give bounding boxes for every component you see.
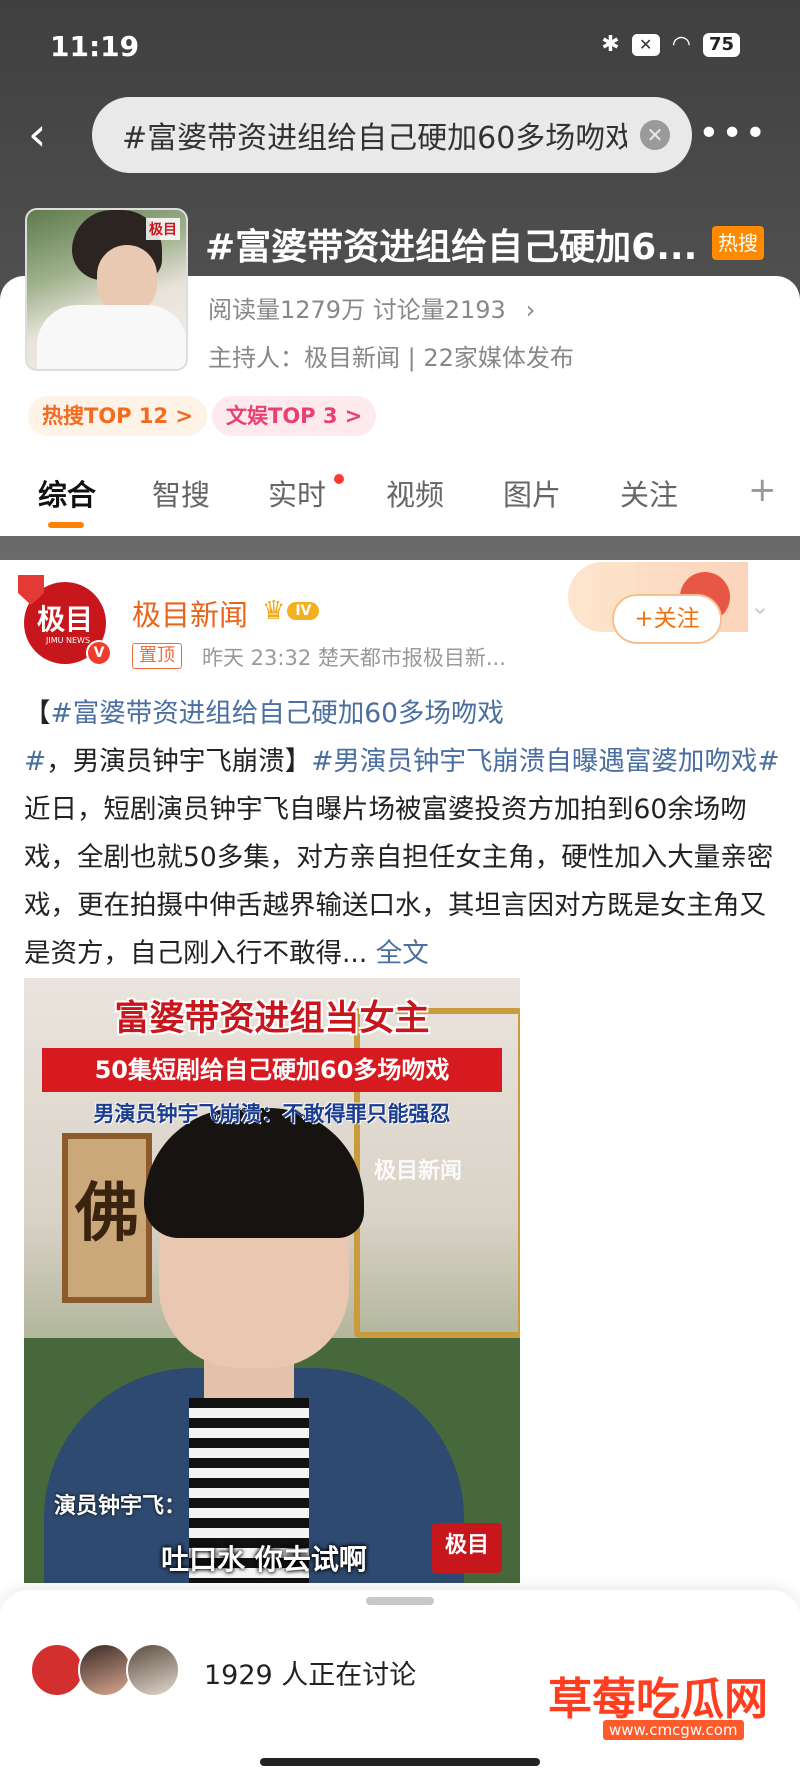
entertainment-rank-tag[interactable]: 文娱TOP 3 >: [212, 396, 377, 436]
more-icon[interactable]: •••: [698, 109, 768, 159]
post-meta: 昨天 23:32 楚天都市报极目新...: [202, 646, 506, 670]
level-badge: IV: [287, 602, 320, 620]
tab-bar: 综合 智搜 实时 视频 图片 关注: [0, 462, 800, 532]
notification-icon: ✕: [631, 33, 660, 56]
follow-button[interactable]: +关注: [612, 594, 722, 644]
wifi-icon: ◠: [671, 32, 691, 57]
hashtag-link[interactable]: #男演员钟宇飞崩溃自曝遇富婆加吻戏#: [311, 746, 779, 777]
video-thumbnail[interactable]: 佛 富婆带资进组当女主 50集短剧给自己硬加60多场吻戏 男演员钟宇飞崩溃：不敢…: [24, 978, 520, 1583]
add-tab-icon[interactable]: +: [748, 470, 777, 510]
pinned-badge: 置顶: [132, 643, 182, 669]
thumb-watermark: 极目: [146, 218, 180, 240]
site-watermark-url: www.cmcgw.com: [603, 1720, 744, 1740]
video-speaker-label: 演员钟宇飞：: [54, 1494, 187, 1519]
body-text: ，男演员钟宇飞崩溃】: [46, 746, 312, 777]
tab-following[interactable]: 关注: [620, 472, 678, 514]
site-watermark: 草莓吃瓜网 www.cmcgw.com: [548, 1663, 778, 1743]
avatar-text: 极目: [36, 603, 93, 636]
crown-icon: ♛: [262, 596, 286, 626]
participant-avatar: [126, 1643, 180, 1697]
topic-stats[interactable]: 阅读量1279万 讨论量2193 ›: [208, 290, 535, 325]
video-watermark: 极目新闻: [374, 1159, 463, 1184]
active-tab-indicator: [48, 522, 84, 528]
avatar-subtext: JIMU NEWS: [46, 636, 91, 645]
video-subtitle: 吐口水 你去试啊: [161, 1543, 367, 1576]
post-body[interactable]: 【#富婆带资进组给自己硬加60多场吻戏#，男演员钟宇飞崩溃】#男演员钟宇飞崩溃自…: [24, 690, 780, 978]
topic-stats-text: 阅读量1279万 讨论量2193: [208, 296, 506, 324]
top-bar: ‹ #富婆带资进组给自己硬加60多场吻戏 ✕ •••: [0, 95, 800, 175]
participant-avatar: [78, 1643, 132, 1697]
search-input[interactable]: #富婆带资进组给自己硬加60多场吻戏 ✕: [92, 97, 692, 173]
video-caption-sub: 男演员钟宇飞崩溃：不敢得罪只能强忍: [93, 1102, 451, 1126]
status-bar: 11:19 ✱ ✕ ◠ 75: [0, 0, 800, 95]
status-icons: ✱ ✕ ◠ 75: [601, 32, 740, 57]
video-caption-banner: 50集短剧给自己硬加60多场吻戏: [42, 1048, 502, 1092]
back-arrow-icon[interactable]: ‹: [28, 109, 68, 159]
tab-images[interactable]: 图片: [503, 472, 561, 514]
hot-search-rank-tag[interactable]: 热搜TOP 12 >: [28, 396, 208, 436]
topic-title: #富婆带资进组给自己硬加6...: [205, 227, 698, 268]
battery-icon: 75: [702, 32, 740, 57]
tab-realtime[interactable]: 实时: [268, 472, 326, 514]
topic-thumbnail[interactable]: 极目: [25, 208, 188, 371]
drag-handle[interactable]: [366, 1597, 434, 1605]
realtime-new-dot: [334, 474, 344, 484]
search-query: #富婆带资进组给自己硬加60多场吻戏: [122, 121, 627, 156]
thumb-shirt: [37, 305, 186, 369]
home-indicator[interactable]: [260, 1758, 540, 1766]
chevron-down-icon[interactable]: ⌄: [750, 592, 770, 620]
member-badge[interactable]: ♛ IV: [262, 596, 320, 626]
tab-smart-search[interactable]: 智搜: [152, 472, 210, 514]
chevron-right-icon: ›: [525, 296, 536, 324]
status-time: 11:19: [50, 30, 140, 63]
tab-comprehensive[interactable]: 综合: [38, 472, 96, 514]
tab-video[interactable]: 视频: [386, 472, 444, 514]
body-bracket: 【: [24, 698, 51, 729]
author-name[interactable]: 极目新闻: [132, 592, 248, 634]
video-logo: 极目: [432, 1523, 502, 1573]
topic-host: 主持人：极目新闻 | 22家媒体发布: [208, 344, 574, 372]
clear-icon[interactable]: ✕: [640, 120, 670, 150]
expand-full-text-link[interactable]: 全文: [376, 938, 429, 969]
discussion-count[interactable]: 1929 人正在讨论: [204, 1653, 416, 1692]
verified-icon: V: [86, 640, 112, 666]
bluetooth-icon: ✱: [601, 32, 620, 57]
video-bg-calligraphy: 佛: [62, 1133, 152, 1303]
hot-badge: 热搜: [712, 226, 764, 260]
video-caption-title: 富婆带资进组当女主: [114, 999, 430, 1039]
site-watermark-name: 草莓吃瓜网: [548, 1674, 768, 1725]
participant-avatar: [30, 1643, 84, 1697]
